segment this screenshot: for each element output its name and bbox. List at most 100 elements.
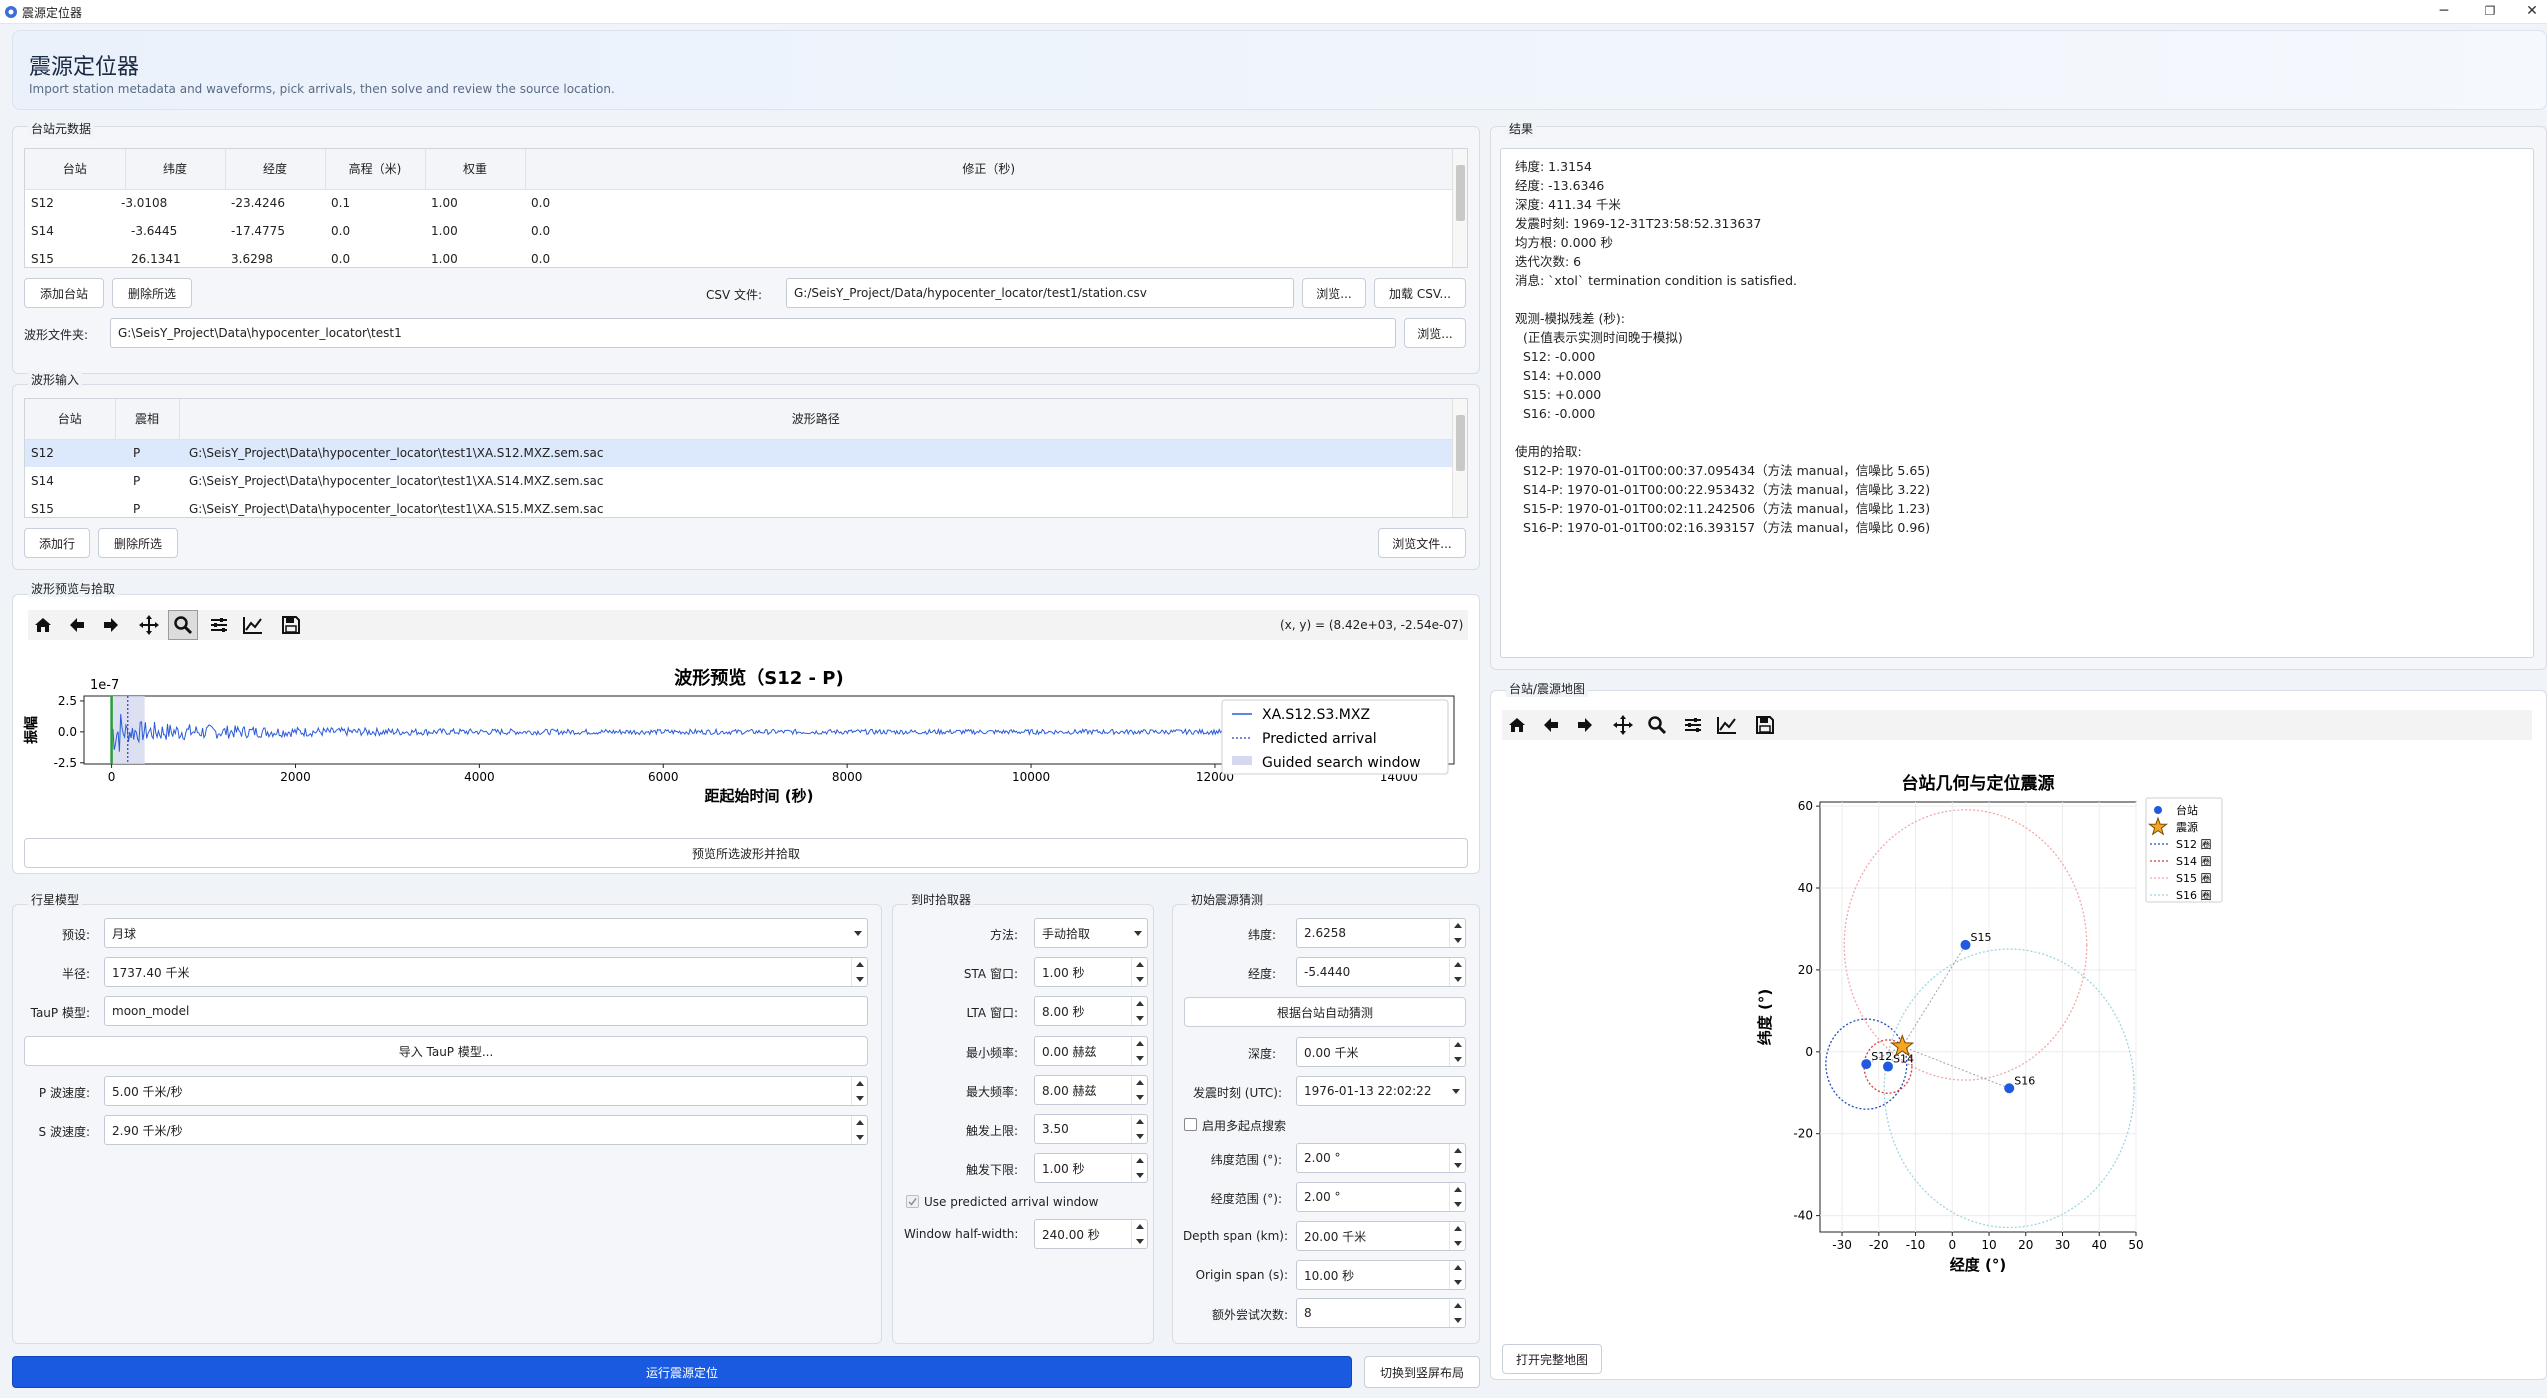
zoom-icon[interactable] bbox=[168, 610, 198, 640]
column-header[interactable]: 修正（秒) bbox=[525, 149, 1453, 190]
add-row-button[interactable]: 添加行 bbox=[24, 528, 90, 558]
table-cell[interactable]: S15 bbox=[25, 495, 115, 517]
pan-icon[interactable] bbox=[134, 610, 164, 640]
spin-arrows-icon[interactable] bbox=[1131, 1115, 1147, 1143]
table-cell[interactable]: P bbox=[115, 495, 179, 517]
table-cell[interactable]: S15 bbox=[25, 245, 125, 267]
close-icon[interactable]: ✕ bbox=[2509, 0, 2547, 24]
home-icon[interactable] bbox=[28, 610, 58, 640]
configure-subplots-icon[interactable] bbox=[1678, 710, 1708, 740]
preset-combobox[interactable]: 月球 bbox=[104, 918, 868, 948]
csv-path-input[interactable]: G:/SeisY_Project/Data/hypocenter_locator… bbox=[786, 278, 1294, 308]
spin-arrows-icon[interactable] bbox=[851, 1077, 867, 1105]
results-textbox[interactable]: 纬度: 1.3154 经度: -13.6346 深度: 411.34 千米 发震… bbox=[1500, 148, 2534, 658]
minimize-icon[interactable]: ─ bbox=[2421, 0, 2467, 24]
depth-spinbox[interactable]: 0.00 千米 bbox=[1296, 1037, 1466, 1067]
table-cell[interactable]: G:\SeisY_Project\Data\hypocenter_locator… bbox=[179, 439, 1453, 467]
taup-model-input[interactable]: moon_model bbox=[104, 996, 868, 1026]
table-row[interactable]: S14 -3.6445 -17.4775 0.0 1.00 0.0 bbox=[25, 217, 1453, 245]
chevron-down-icon[interactable] bbox=[1452, 1089, 1460, 1094]
table-cell[interactable]: 0.0 bbox=[325, 217, 425, 245]
table-cell[interactable]: 0.1 bbox=[325, 189, 425, 217]
browse-files-button[interactable]: 浏览文件... bbox=[1378, 528, 1466, 558]
table-cell[interactable]: -3.6445 bbox=[125, 217, 225, 245]
extra-attempts-spinbox[interactable]: 8 bbox=[1296, 1298, 1466, 1328]
table-cell[interactable]: -3.0108 bbox=[121, 189, 225, 217]
table-cell[interactable]: S12 bbox=[25, 439, 115, 467]
back-arrow-icon[interactable] bbox=[62, 610, 92, 640]
switch-layout-button[interactable]: 切换到竖屏布局 bbox=[1364, 1356, 1480, 1388]
spin-arrows-icon[interactable] bbox=[1131, 1220, 1147, 1248]
table-cell[interactable]: 0.0 bbox=[525, 245, 1453, 267]
table-cell[interactable]: 3.6298 bbox=[225, 245, 325, 267]
table-cell[interactable]: S14 bbox=[25, 467, 115, 495]
column-header[interactable]: 高程（米) bbox=[325, 149, 426, 190]
load-csv-button[interactable]: 加载 CSV... bbox=[1374, 278, 1466, 308]
home-icon[interactable] bbox=[1502, 710, 1532, 740]
table-cell[interactable]: P bbox=[115, 439, 179, 467]
auto-guess-button[interactable]: 根据台站自动猜测 bbox=[1184, 997, 1466, 1027]
spin-arrows-icon[interactable] bbox=[851, 958, 867, 986]
spin-arrows-icon[interactable] bbox=[851, 1116, 867, 1144]
column-header[interactable]: 台站 bbox=[25, 399, 116, 440]
spin-arrows-icon[interactable] bbox=[1449, 1144, 1465, 1172]
lon-spinbox[interactable]: -5.4440 bbox=[1296, 957, 1466, 987]
spin-arrows-icon[interactable] bbox=[1449, 1261, 1465, 1289]
column-header[interactable]: 震相 bbox=[115, 399, 180, 440]
column-header[interactable]: 台站 bbox=[25, 149, 126, 190]
browse-folder-button[interactable]: 浏览... bbox=[1404, 318, 1466, 348]
edit-axis-icon[interactable] bbox=[238, 610, 268, 640]
depth-span-spinbox[interactable]: 20.00 千米 bbox=[1296, 1221, 1466, 1251]
radius-spinbox[interactable]: 1737.40 千米 bbox=[104, 957, 868, 987]
min-frequency-spinbox[interactable]: 0.00 赫兹 bbox=[1034, 1036, 1148, 1066]
column-header[interactable]: 经度 bbox=[225, 149, 326, 190]
table-cell[interactable]: G:\SeisY_Project\Data\hypocenter_locator… bbox=[179, 495, 1453, 517]
spin-arrows-icon[interactable] bbox=[1449, 958, 1465, 986]
table-cell[interactable]: P bbox=[115, 467, 179, 495]
spin-arrows-icon[interactable] bbox=[1131, 958, 1147, 986]
table-cell[interactable]: S14 bbox=[25, 217, 125, 245]
configure-subplots-icon[interactable] bbox=[204, 610, 234, 640]
open-full-map-button[interactable]: 打开完整地图 bbox=[1502, 1344, 1602, 1374]
station-table-scrollbar[interactable] bbox=[1452, 149, 1467, 267]
delete-waveform-button[interactable]: 删除所选 bbox=[98, 528, 178, 558]
browse-csv-button[interactable]: 浏览... bbox=[1302, 278, 1366, 308]
waveform-table[interactable]: 台站 震相 波形路径 S12 P G:\SeisY_Project\Data\h… bbox=[24, 398, 1468, 518]
maximize-icon[interactable]: ❐ bbox=[2467, 0, 2513, 24]
table-cell[interactable]: 1.00 bbox=[425, 217, 525, 245]
preview-pick-button[interactable]: 预览所选波形并拾取 bbox=[24, 838, 1468, 868]
table-row[interactable]: S15 P G:\SeisY_Project\Data\hypocenter_l… bbox=[25, 495, 1453, 517]
column-header[interactable]: 纬度 bbox=[125, 149, 226, 190]
table-cell[interactable]: 0.0 bbox=[525, 189, 1453, 217]
delete-station-button[interactable]: 删除所选 bbox=[112, 278, 192, 308]
spin-arrows-icon[interactable] bbox=[1449, 1222, 1465, 1250]
spin-arrows-icon[interactable] bbox=[1131, 1076, 1147, 1104]
edit-axis-icon[interactable] bbox=[1712, 710, 1742, 740]
waveform-table-scrollbar[interactable] bbox=[1452, 399, 1467, 517]
trigger-on-spinbox[interactable]: 3.50 bbox=[1034, 1114, 1148, 1144]
forward-arrow-icon[interactable] bbox=[1570, 710, 1600, 740]
table-cell[interactable]: 0.0 bbox=[325, 245, 425, 267]
spin-arrows-icon[interactable] bbox=[1131, 1154, 1147, 1182]
spin-arrows-icon[interactable] bbox=[1449, 919, 1465, 947]
sta-window-spinbox[interactable]: 1.00 秒 bbox=[1034, 957, 1148, 987]
back-arrow-icon[interactable] bbox=[1536, 710, 1566, 740]
table-cell[interactable]: 1.00 bbox=[425, 245, 525, 267]
s-velocity-spinbox[interactable]: 2.90 千米/秒 bbox=[104, 1115, 868, 1145]
spin-arrows-icon[interactable] bbox=[1449, 1038, 1465, 1066]
table-cell[interactable]: S12 bbox=[25, 189, 125, 217]
waveform-folder-input[interactable]: G:\SeisY_Project\Data\hypocenter_locator… bbox=[110, 318, 1396, 348]
lon-range-spinbox[interactable]: 2.00 ° bbox=[1296, 1182, 1466, 1212]
spin-arrows-icon[interactable] bbox=[1131, 997, 1147, 1025]
column-header[interactable]: 权重 bbox=[425, 149, 526, 190]
table-row[interactable]: S15 26.1341 3.6298 0.0 1.00 0.0 bbox=[25, 245, 1453, 267]
save-icon[interactable] bbox=[1750, 710, 1780, 740]
column-header[interactable]: 波形路径 bbox=[179, 399, 1453, 440]
lta-window-spinbox[interactable]: 8.00 秒 bbox=[1034, 996, 1148, 1026]
spin-arrows-icon[interactable] bbox=[1449, 1183, 1465, 1211]
spin-arrows-icon[interactable] bbox=[1449, 1299, 1465, 1327]
zoom-icon[interactable] bbox=[1642, 710, 1672, 740]
pan-icon[interactable] bbox=[1608, 710, 1638, 740]
method-combobox[interactable]: 手动拾取 bbox=[1034, 918, 1148, 948]
station-table[interactable]: 台站 纬度 经度 高程（米) 权重 修正（秒) S12 -3.0108 -23.… bbox=[24, 148, 1468, 268]
